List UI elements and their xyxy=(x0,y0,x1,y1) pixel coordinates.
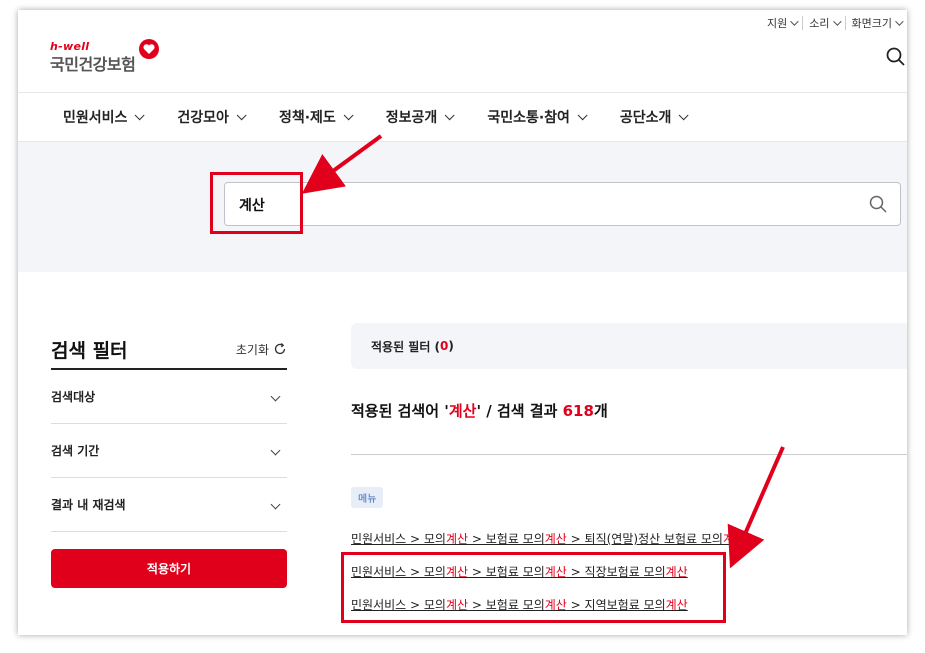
filter-row-target[interactable]: 검색대상 xyxy=(51,370,287,424)
reset-button[interactable]: 초기화 xyxy=(236,341,287,358)
nav-label: 국민소통·참여 xyxy=(487,110,570,126)
chevron-down-icon xyxy=(679,109,690,120)
apply-button[interactable]: 적용하기 xyxy=(51,549,287,588)
nav-label: 정보공개 xyxy=(385,110,438,126)
summary-prefix: 적용된 검색어 ' xyxy=(351,402,449,420)
refresh-icon xyxy=(274,343,286,355)
utility-screen-size[interactable]: 화면크기 xyxy=(844,16,907,30)
filter-title: 검색 필터 xyxy=(51,339,128,362)
filter-header: 검색 필터 초기화 xyxy=(51,330,287,370)
link-highlight: 계산 xyxy=(722,532,746,546)
search-icon[interactable] xyxy=(885,46,907,68)
applied-filter-bar: 적용된 필터 (0) xyxy=(351,323,907,369)
main-nav: 민원서비스 건강모아 정책·제도 정보공개 국민소통·참여 공단소개 xyxy=(18,92,907,142)
nav-item-info[interactable]: 정보공개 xyxy=(385,107,455,127)
search-filter-panel: 검색 필터 초기화 검색대상 검색 기간 결과 내 재검색 xyxy=(51,330,287,532)
link-highlight: 계산 xyxy=(544,532,567,546)
link-part: > 보험료 모의 xyxy=(468,532,545,546)
chevron-down-icon xyxy=(135,109,145,120)
summary-keyword: 계산 xyxy=(448,402,477,420)
link-highlight: 계산 xyxy=(445,532,469,546)
summary-suffix: 개 xyxy=(593,402,608,420)
chevron-down-icon xyxy=(895,17,904,26)
utility-label: 소리 xyxy=(809,17,830,30)
chevron-down-icon xyxy=(577,109,588,120)
nav-label: 건강모아 xyxy=(177,110,229,126)
heart-logo-icon xyxy=(139,39,159,59)
chevron-down-icon xyxy=(270,391,281,402)
results-divider xyxy=(351,454,907,455)
category-badge: 메뉴 xyxy=(351,487,384,508)
utility-bar: 지원 소리 화면크기 xyxy=(761,16,907,30)
applied-filter-count: 0 xyxy=(440,339,449,353)
filter-row-label: 검색대상 xyxy=(51,390,96,404)
utility-label: 화면크기 xyxy=(851,17,892,30)
utility-label: 지원 xyxy=(767,17,788,30)
applied-filter-close: ) xyxy=(448,339,454,353)
chevron-down-icon xyxy=(236,109,247,120)
chevron-down-icon xyxy=(270,445,281,456)
nav-label: 민원서비스 xyxy=(63,110,128,126)
result-count: 618 xyxy=(562,402,594,420)
logo-title: 국민건강보험 xyxy=(50,55,136,74)
filter-row-label: 결과 내 재검색 xyxy=(51,498,126,512)
nav-item-health[interactable]: 건강모아 xyxy=(177,107,247,127)
nav-item-about[interactable]: 공단소개 xyxy=(619,107,690,127)
applied-filter-label: 적용된 필터 ( xyxy=(371,339,441,354)
chevron-down-icon xyxy=(270,499,281,510)
browser-frame: 지원 소리 화면크기 h-well 국민건강보험 민원서비스 건강모아 정책·제… xyxy=(18,10,907,635)
filter-row-period[interactable]: 검색 기간 xyxy=(51,424,287,478)
search-input[interactable]: 계산 xyxy=(224,182,901,226)
nav-label: 정책·제도 xyxy=(278,110,336,126)
annotation-box-results xyxy=(341,552,726,623)
chevron-down-icon xyxy=(343,109,354,120)
search-icon[interactable] xyxy=(868,194,888,214)
filter-row-research[interactable]: 결과 내 재검색 xyxy=(51,478,287,532)
link-part: > 퇴직(연말)정산 보험료 모의 xyxy=(566,532,723,546)
nav-label: 공단소개 xyxy=(619,110,672,126)
reset-label: 초기화 xyxy=(235,342,269,357)
chevron-down-icon xyxy=(832,17,842,26)
chevron-down-icon xyxy=(790,17,799,26)
utility-sound[interactable]: 소리 xyxy=(802,16,844,30)
nav-item-civil-service[interactable]: 민원서비스 xyxy=(63,107,145,127)
result-summary: 적용된 검색어 '계산' / 검색 결과 618개 xyxy=(351,400,608,421)
result-link[interactable]: 민원서비스 > 모의계산 > 보험료 모의계산 > 퇴직(연말)정산 보험료 모… xyxy=(351,530,745,547)
chevron-down-icon xyxy=(444,109,455,120)
site-logo[interactable]: h-well 국민건강보험 xyxy=(50,39,159,75)
link-part: 민원서비스 > 모의 xyxy=(351,532,446,546)
nav-item-policy[interactable]: 정책·제도 xyxy=(278,107,354,127)
utility-support[interactable]: 지원 xyxy=(761,16,802,30)
annotation-box-search xyxy=(210,172,303,234)
summary-mid: ' / 검색 결과 xyxy=(476,402,563,420)
filter-row-label: 검색 기간 xyxy=(51,444,100,458)
nav-item-communication[interactable]: 국민소통·참여 xyxy=(487,107,588,127)
search-band: 계산 xyxy=(18,142,907,272)
